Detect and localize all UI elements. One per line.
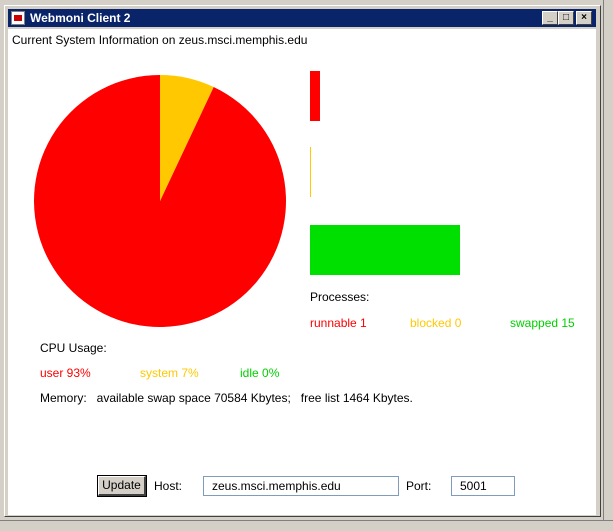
swapped-label: swapped 15 bbox=[510, 316, 575, 330]
processes-heading: Processes: bbox=[310, 290, 370, 304]
close-button[interactable]: × bbox=[576, 11, 592, 25]
webmoni-window: Webmoni Client 2 _ □ × Current System In… bbox=[4, 5, 601, 517]
cpu-idle-label: idle 0% bbox=[240, 366, 280, 380]
connection-panel: Update Host: Port: bbox=[8, 467, 596, 515]
maximize-button[interactable]: □ bbox=[558, 11, 574, 25]
window-title: Webmoni Client 2 bbox=[30, 11, 131, 25]
host-input[interactable] bbox=[203, 476, 399, 496]
port-input[interactable] bbox=[451, 476, 515, 496]
process-bar-runnable bbox=[310, 71, 320, 121]
client-panel: Current System Information on zeus.msci.… bbox=[8, 29, 596, 515]
port-label: Port: bbox=[406, 479, 432, 493]
system-info-heading: Current System Information on zeus.msci.… bbox=[12, 33, 308, 47]
update-button[interactable]: Update bbox=[97, 475, 147, 497]
host-label: Host: bbox=[154, 479, 183, 493]
title-bar[interactable]: Webmoni Client 2 _ □ × bbox=[8, 9, 596, 27]
memory-info: Memory: available swap space 70584 Kbyte… bbox=[40, 391, 413, 405]
background-taskbar-edge bbox=[0, 520, 613, 531]
runnable-label: runnable 1 bbox=[310, 316, 367, 330]
minimize-button[interactable]: _ bbox=[542, 11, 558, 25]
process-bar-blocked bbox=[310, 147, 311, 197]
background-app-edge-right bbox=[603, 0, 613, 530]
cpu-pie-chart bbox=[34, 75, 286, 327]
cpu-user-label: user 93% bbox=[40, 366, 91, 380]
java-app-icon[interactable] bbox=[11, 11, 25, 25]
process-bar-swapped bbox=[310, 225, 460, 275]
cpu-usage-heading: CPU Usage: bbox=[40, 341, 107, 355]
cpu-system-label: system 7% bbox=[140, 366, 199, 380]
blocked-label: blocked 0 bbox=[410, 316, 462, 330]
